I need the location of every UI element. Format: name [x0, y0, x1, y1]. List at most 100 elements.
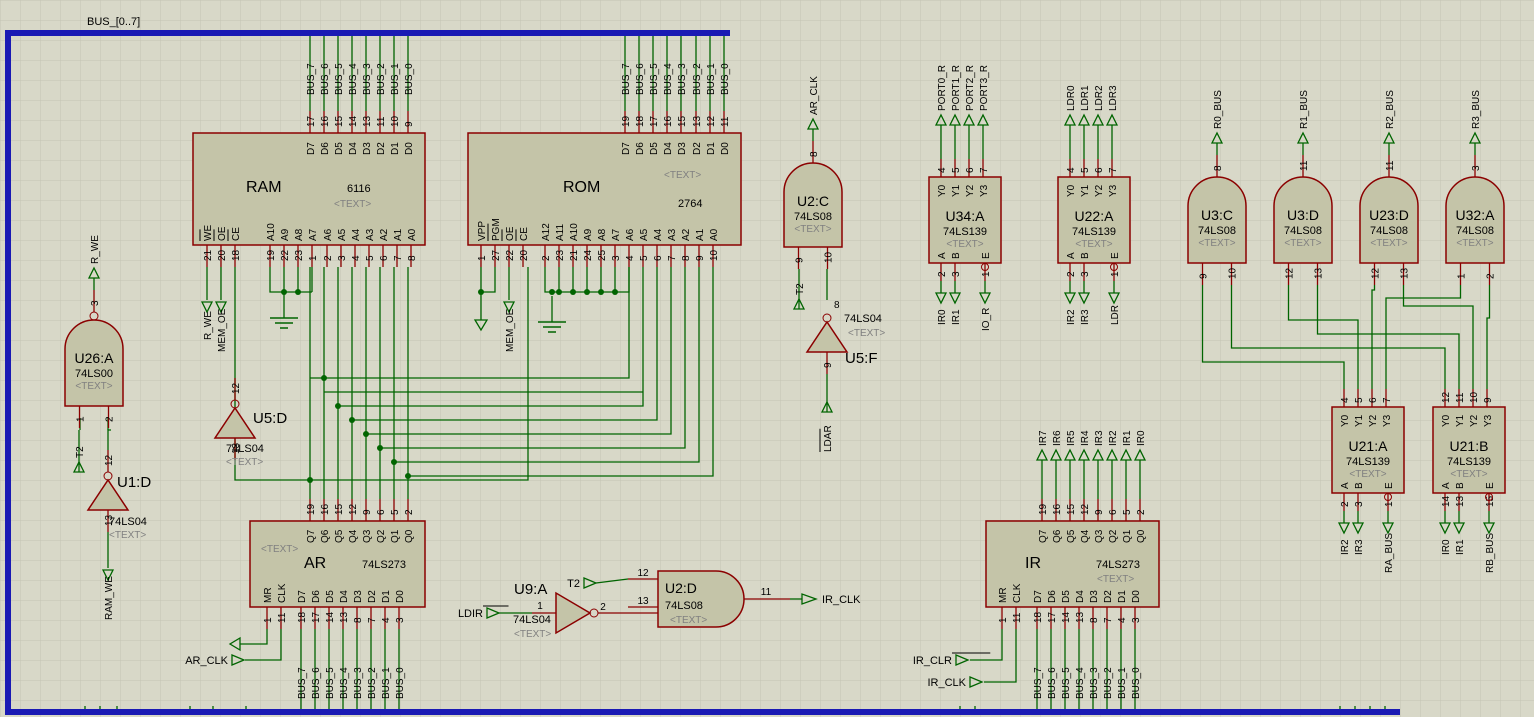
pin-name: D0: [720, 142, 731, 155]
pin-number: 6: [965, 167, 976, 173]
junction-dot: [598, 289, 604, 295]
net-label: BUS_5: [325, 667, 336, 699]
pin-number: 2: [541, 255, 552, 261]
pin-name: Q2: [1108, 529, 1119, 543]
net-label: BUS_0: [395, 667, 406, 699]
pin-name: D2: [1103, 590, 1114, 603]
pin-name: Q3: [362, 529, 373, 543]
pin-number: 9: [823, 362, 834, 368]
pin-number: 3: [1471, 165, 1482, 171]
pin-number: 14: [325, 611, 336, 623]
pin-number: 13: [1400, 267, 1411, 279]
net-label: LDR1: [1080, 85, 1091, 111]
pin-name: OE: [217, 226, 228, 241]
pin-number: 24: [583, 249, 594, 261]
pin-number: 1: [1384, 501, 1395, 507]
net-label: BUS_0: [404, 63, 415, 95]
pin-name: Y2: [965, 184, 976, 197]
gate-name: U2:D: [665, 580, 697, 596]
chip-name: U34:A: [946, 208, 986, 224]
net-label: LDR2: [1094, 85, 1105, 111]
pin-name: D6: [311, 590, 322, 603]
net-label: BUS_4: [663, 63, 674, 95]
chip-part: 74LS139: [1447, 456, 1491, 468]
net-label: IR3: [1080, 309, 1091, 325]
chip-name: U21:B: [1450, 438, 1489, 454]
pin-number: 9: [362, 509, 373, 515]
pin-number: 6: [1368, 397, 1379, 403]
gate-part: 74LS08: [1198, 225, 1236, 237]
net-label: IR5: [1066, 430, 1077, 446]
pin-name: D1: [1117, 590, 1128, 603]
net-label: R3_BUS: [1471, 90, 1482, 129]
net-label: BUS_4: [1075, 667, 1086, 699]
gate-placeholder: <TEXT>: [75, 381, 112, 392]
net-label: T2: [567, 578, 580, 590]
pin-number: 2: [1340, 501, 1351, 507]
net-label: AR_CLK: [185, 655, 228, 667]
pin-name: WE: [203, 225, 214, 241]
pin-number: 1: [76, 416, 87, 422]
net-label: BUS_6: [1047, 667, 1058, 699]
pin-number: 12: [348, 503, 359, 515]
pin-number: 19: [621, 115, 632, 127]
chip-name: IR: [1025, 555, 1041, 572]
pin-number: 1: [537, 601, 543, 612]
inverter-part: 74LS04: [109, 516, 147, 528]
pin-number: 12: [706, 115, 717, 127]
net-label: BUS_2: [376, 63, 387, 95]
gate-placeholder: <TEXT>: [1198, 238, 1235, 249]
pin-name: CLK: [1012, 583, 1023, 603]
pin-name: Y3: [979, 184, 990, 197]
net-label: BUS_4: [348, 63, 359, 95]
gate-part: 74LS08: [1370, 225, 1408, 237]
pin-name: D5: [334, 142, 345, 155]
pin-name: Q1: [390, 529, 401, 543]
pin-number: 13: [1455, 495, 1466, 507]
gate-part: 74LS08: [1284, 225, 1322, 237]
net-label: PORT1_R: [951, 65, 962, 111]
net-label: R_WE: [203, 311, 214, 340]
pin-number: 11: [720, 116, 731, 127]
pin-name: Y2: [1368, 414, 1379, 427]
pin-name: A7: [308, 228, 319, 241]
chip-placeholder: <TEXT>: [1349, 469, 1386, 480]
pin-number: 11: [376, 116, 387, 127]
pin-number: 19: [266, 249, 277, 261]
chip-placeholder: <TEXT>: [334, 199, 371, 210]
pin-number: 21: [569, 249, 580, 261]
junction-dot: [570, 289, 576, 295]
pin-number: 10: [390, 115, 401, 127]
pin-number: 8: [681, 255, 692, 261]
pin-number: 8: [353, 617, 364, 623]
net-label: IR0: [937, 309, 948, 325]
net-label: RAM_WE: [104, 576, 115, 620]
junction-dot: [307, 477, 313, 483]
pin-name: A8: [597, 228, 608, 241]
pin-number: 11: [1455, 392, 1466, 403]
pin-number: 16: [320, 503, 331, 515]
pin-number: 23: [294, 249, 305, 261]
pin-number: 17: [311, 611, 322, 623]
chip-placeholder: <TEXT>: [1097, 574, 1134, 585]
inverter-placeholder: <TEXT>: [514, 629, 551, 640]
junction-dot: [349, 417, 355, 423]
net-label: IR_CLK: [927, 677, 966, 689]
junction-dot: [612, 289, 618, 295]
pin-name: D0: [395, 590, 406, 603]
pin-number: 10: [824, 251, 835, 263]
net-label: AR_CLK: [809, 76, 820, 115]
pin-number: 9: [795, 257, 806, 263]
pin-name: Y0: [1340, 414, 1351, 427]
pin-number: 14: [1441, 495, 1452, 507]
pin-name: D1: [706, 142, 717, 155]
net-label: BUS_6: [635, 63, 646, 95]
pin-number: 3: [90, 300, 101, 306]
pin-name: Y1: [1354, 414, 1365, 427]
pin-name: Q0: [404, 529, 415, 543]
net-label: R2_BUS: [1385, 90, 1396, 129]
net-label: MEM_OE: [505, 308, 516, 352]
pin-number: 6: [1108, 509, 1119, 515]
junction-dot: [363, 431, 369, 437]
pin-number: 14: [348, 115, 359, 127]
